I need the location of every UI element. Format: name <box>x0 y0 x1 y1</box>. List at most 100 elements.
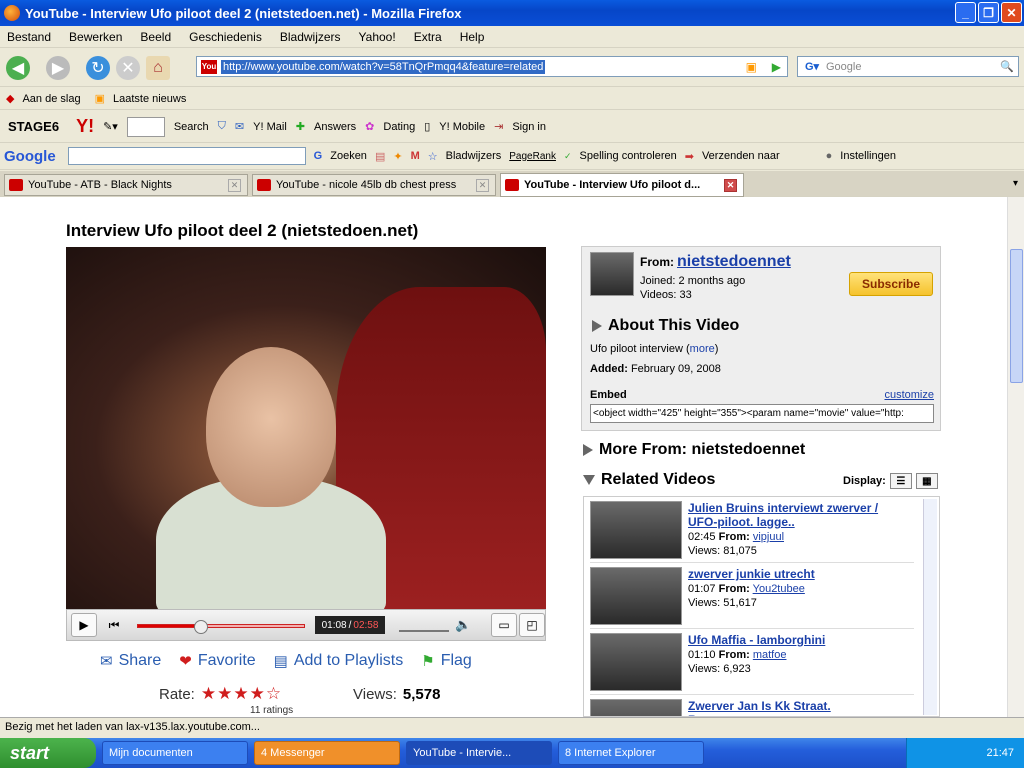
close-tab-icon[interactable]: ✕ <box>724 178 737 192</box>
gmail-icon[interactable]: M <box>411 150 420 162</box>
menu-beeld[interactable]: Beeld <box>140 30 171 44</box>
video-player[interactable] <box>66 247 546 609</box>
fullscreen-icon[interactable]: ◰ <box>519 613 545 637</box>
yahoo-mobile-button[interactable]: Y! Mobile <box>439 121 485 133</box>
tab-list-icon[interactable]: ▾ <box>1013 178 1018 189</box>
more-link[interactable]: more <box>690 343 715 355</box>
related-author[interactable]: You2tubee <box>753 583 805 595</box>
rating-stars[interactable]: ★★★★☆ <box>201 684 282 704</box>
grid-view-icon[interactable]: ▦ <box>915 473 938 489</box>
close-button[interactable]: ✕ <box>1001 2 1022 23</box>
skip-back-icon[interactable]: ⏮ <box>101 613 127 637</box>
yahoo-search-button[interactable]: Search <box>174 121 209 133</box>
related-author[interactable]: vipjuul <box>753 531 784 543</box>
tab-interview-ufo[interactable]: YouTube - Interview Ufo piloot d... ✕ <box>500 173 744 197</box>
clock[interactable]: 21:47 <box>986 747 1014 759</box>
list-item[interactable]: Julien Bruins interviewt zwerver / UFO-p… <box>590 497 914 563</box>
more-from-toggle[interactable]: More From: nietstedoennet <box>583 441 805 459</box>
google-bladwijzers-button[interactable]: Bladwijzers <box>446 150 502 162</box>
yahoo-answers-button[interactable]: Answers <box>314 121 356 133</box>
back-icon[interactable]: ◀ <box>6 55 30 80</box>
speaker-icon[interactable]: 🔈 <box>455 617 471 633</box>
google-spelling-button[interactable]: Spelling controleren <box>580 150 677 162</box>
yahoo-dating-button[interactable]: Dating <box>383 121 415 133</box>
menu-extra[interactable]: Extra <box>414 30 442 44</box>
embed-code-field[interactable]: <object width="425" height="355"><param … <box>590 404 934 423</box>
forward-icon[interactable]: ▶ <box>46 55 70 80</box>
subscribe-button[interactable]: Subscribe <box>849 272 933 296</box>
related-videos-toggle[interactable]: Related Videos <box>583 471 715 489</box>
bookmark-aan-de-slag[interactable]: Aan de slag <box>22 93 80 105</box>
task-messenger[interactable]: 4 Messenger <box>254 741 400 765</box>
yahoo-mail-button[interactable]: Y! Mail <box>253 121 287 133</box>
rss-icon[interactable]: ▣ <box>746 60 757 74</box>
search-icon[interactable]: 🔍 <box>1000 60 1014 73</box>
flag-button[interactable]: ⚑ Flag <box>421 652 472 670</box>
stage6-logo[interactable]: STAGE6 <box>8 119 59 134</box>
google-zoeken-button[interactable]: Zoeken <box>330 150 367 162</box>
related-title[interactable]: zwerver junkie utrecht <box>688 567 888 581</box>
tab-atb-black-nights[interactable]: YouTube - ATB - Black Nights ✕ <box>4 174 248 196</box>
channel-link[interactable]: nietstedoennet <box>677 253 791 270</box>
yahoo-logo[interactable]: Y! <box>76 116 94 137</box>
scrollbar-thumb[interactable] <box>1010 249 1023 383</box>
favorite-button[interactable]: ❤ Favorite <box>179 652 255 670</box>
task-youtube[interactable]: YouTube - Intervie... <box>406 741 552 765</box>
google-verzenden-button[interactable]: Verzenden naar <box>702 150 780 162</box>
menu-bestand[interactable]: Bestand <box>7 30 51 44</box>
tab-nicole-chest-press[interactable]: YouTube - nicole 45lb db chest press ✕ <box>252 174 496 196</box>
progress-knob[interactable] <box>194 620 209 634</box>
url-text[interactable]: http://www.youtube.com/watch?v=58TnQrPmq… <box>221 59 546 74</box>
add-to-playlists-button[interactable]: ▤ Add to Playlists <box>274 652 404 670</box>
list-item[interactable]: zwerver junkie utrecht 01:07 From: You2t… <box>590 563 914 629</box>
minimize-button[interactable]: _ <box>955 2 976 23</box>
puzzle-icon[interactable]: ✦ <box>393 150 402 163</box>
video-thumbnail[interactable] <box>590 501 682 559</box>
go-icon[interactable]: ▶ <box>772 60 781 74</box>
volume-slider[interactable] <box>399 618 449 632</box>
menu-yahoo[interactable]: Yahoo! <box>359 30 396 44</box>
menu-bladwijzers[interactable]: Bladwijzers <box>280 30 341 44</box>
home-icon[interactable]: ⌂ <box>146 55 170 80</box>
task-mijn-documenten[interactable]: Mijn documenten <box>102 741 248 765</box>
list-item[interactable]: Ufo Maffia - lamborghini 01:10 From: mat… <box>590 629 914 695</box>
menu-help[interactable]: Help <box>460 30 485 44</box>
stop-icon[interactable]: ✕ <box>116 55 140 80</box>
yahoo-signin-button[interactable]: Sign in <box>512 121 546 133</box>
list-view-icon[interactable]: ☰ <box>889 473 912 489</box>
bookmark-laatste-nieuws[interactable]: Laatste nieuws <box>113 93 186 105</box>
yahoo-search-input[interactable] <box>126 116 165 137</box>
share-button[interactable]: ✉ Share <box>100 652 161 670</box>
normal-size-icon[interactable]: ▭ <box>491 613 517 637</box>
related-title[interactable]: Zwerver Jan Is Kk Straat. Represent <box>688 699 888 716</box>
list-item[interactable]: Zwerver Jan Is Kk Straat. Represent <box>590 695 914 716</box>
task-internet-explorer[interactable]: 8 Internet Explorer <box>558 741 704 765</box>
maximize-button[interactable]: ❐ <box>978 2 999 23</box>
channel-avatar[interactable] <box>590 252 634 296</box>
close-tab-icon[interactable]: ✕ <box>476 178 489 192</box>
related-title[interactable]: Julien Bruins interviewt zwerver / UFO-p… <box>688 501 888 529</box>
play-icon[interactable]: ▶ <box>71 613 97 637</box>
related-scrollbar[interactable] <box>923 499 937 715</box>
search-box[interactable]: G▾ Google 🔍 <box>797 56 1019 77</box>
google-search-input[interactable] <box>67 147 306 165</box>
google-search-engine-icon[interactable]: G▾ <box>798 60 826 73</box>
google-instellingen-button[interactable]: Instellingen <box>840 150 896 162</box>
menu-bewerken[interactable]: Bewerken <box>69 30 122 44</box>
reload-icon[interactable]: ↻ <box>86 55 110 80</box>
start-button[interactable]: start <box>0 738 96 768</box>
google-logo[interactable]: Google <box>4 148 56 165</box>
address-bar[interactable]: You http://www.youtube.com/watch?v=58TnQ… <box>196 56 788 77</box>
shield-icon[interactable]: ⛉ <box>218 120 226 133</box>
page-scrollbar[interactable] <box>1007 197 1024 717</box>
close-tab-icon[interactable]: ✕ <box>228 178 241 192</box>
video-thumbnail[interactable] <box>590 567 682 625</box>
related-author[interactable]: matfoe <box>753 649 787 661</box>
menu-geschiedenis[interactable]: Geschiedenis <box>189 30 262 44</box>
pagerank-indicator[interactable]: PageRank <box>509 151 556 162</box>
related-title[interactable]: Ufo Maffia - lamborghini <box>688 633 888 647</box>
pencil-icon[interactable]: ✎▾ <box>103 120 118 133</box>
bookmark-icon[interactable]: ▤ <box>375 150 385 163</box>
customize-link[interactable]: customize <box>884 389 934 401</box>
video-thumbnail[interactable] <box>590 699 682 716</box>
